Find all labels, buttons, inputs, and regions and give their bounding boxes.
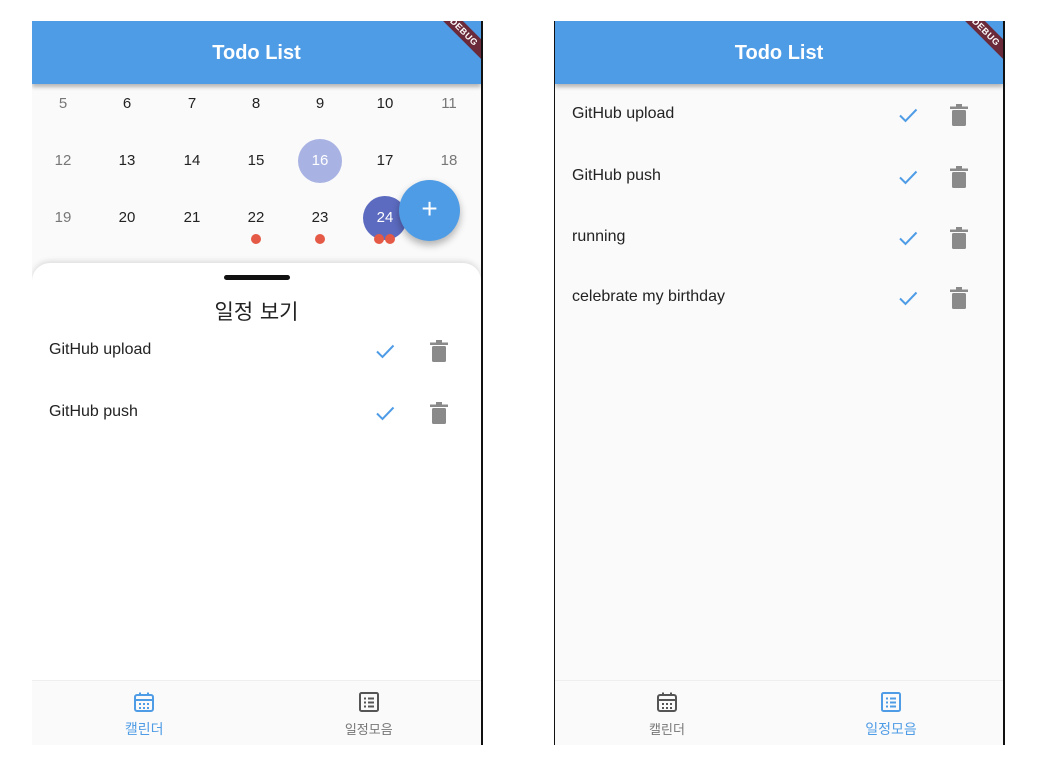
nav-label-calendar: 캘린더 bbox=[124, 722, 164, 738]
list-icon bbox=[881, 692, 901, 712]
nav-label-schedule: 일정모음 bbox=[344, 723, 393, 738]
app-bar: Todo List DEBUG bbox=[555, 21, 1003, 84]
todo-label: GitHub upload bbox=[49, 341, 152, 358]
todo-label: celebrate my birthday bbox=[572, 288, 725, 305]
calendar-day-13[interactable]: 13 bbox=[105, 139, 149, 183]
trash-icon[interactable] bbox=[949, 165, 969, 189]
nav-item-schedule[interactable]: 일정모음 bbox=[779, 681, 1003, 745]
calendar-day-5[interactable]: 5 bbox=[41, 82, 85, 126]
bottom-navigation: 캘린더 일정모음 bbox=[555, 680, 1003, 745]
trash-icon[interactable] bbox=[949, 103, 969, 127]
calendar-day-10[interactable]: 10 bbox=[363, 82, 407, 126]
calendar-icon bbox=[134, 692, 155, 712]
trash-icon[interactable] bbox=[429, 401, 449, 425]
check-icon[interactable] bbox=[896, 286, 920, 310]
calendar-day-7[interactable]: 7 bbox=[170, 82, 214, 126]
todo-item: GitHub push bbox=[32, 389, 481, 437]
calendar-day-17[interactable]: 17 bbox=[363, 139, 407, 183]
calendar-day-12[interactable]: 12 bbox=[41, 139, 85, 183]
event-marker bbox=[385, 234, 395, 244]
app-title: Todo List bbox=[734, 42, 824, 64]
todo-item: running bbox=[555, 214, 1003, 262]
bottom-sheet: 일정 보기 GitHub upload GitHub push bbox=[32, 263, 481, 683]
sheet-title: 일정 보기 bbox=[214, 300, 299, 324]
check-icon[interactable] bbox=[373, 339, 397, 363]
calendar-day-19[interactable]: 19 bbox=[41, 196, 85, 240]
todo-item: GitHub push bbox=[555, 153, 1003, 201]
schedule-screen: Todo List DEBUG GitHub upload GitHub pus… bbox=[554, 21, 1005, 745]
todo-label: running bbox=[572, 228, 626, 245]
calendar-day-8[interactable]: 8 bbox=[234, 82, 278, 126]
todo-label: GitHub push bbox=[572, 167, 661, 184]
calendar-day-9[interactable]: 9 bbox=[298, 82, 342, 126]
check-icon[interactable] bbox=[896, 103, 920, 127]
todo-item: GitHub upload bbox=[32, 327, 481, 375]
trash-icon[interactable] bbox=[429, 339, 449, 363]
calendar-day-18[interactable]: 18 bbox=[427, 139, 471, 183]
check-icon[interactable] bbox=[896, 226, 920, 250]
todo-item: GitHub upload bbox=[555, 91, 1003, 139]
calendar-grid: 5 6 7 8 9 10 11 12 13 14 15 16 17 18 19 20 21 22 23 24 bbox=[32, 84, 481, 274]
check-icon[interactable] bbox=[373, 401, 397, 425]
calendar-day-21[interactable]: 21 bbox=[170, 196, 214, 240]
bottom-navigation: 캘린더 일정모음 bbox=[32, 680, 481, 745]
trash-icon[interactable] bbox=[949, 286, 969, 310]
todo-item: celebrate my birthday bbox=[555, 274, 1003, 322]
trash-icon[interactable] bbox=[949, 226, 969, 250]
event-marker bbox=[315, 234, 325, 244]
nav-item-calendar[interactable]: 캘린더 bbox=[555, 681, 779, 745]
calendar-day-15[interactable]: 15 bbox=[234, 139, 278, 183]
calendar-screen: Todo List DEBUG 5 6 7 8 9 10 11 12 13 14 15 16 17 18… bbox=[32, 21, 483, 745]
calendar-day-16[interactable]: 16 bbox=[298, 139, 342, 183]
nav-label-schedule: 일정모음 bbox=[865, 722, 917, 738]
check-icon[interactable] bbox=[896, 165, 920, 189]
todo-label: GitHub push bbox=[49, 403, 138, 420]
add-todo-button[interactable]: + bbox=[399, 180, 460, 241]
calendar-day-6[interactable]: 6 bbox=[105, 82, 149, 126]
app-title: Todo List bbox=[212, 42, 301, 64]
list-icon bbox=[358, 692, 379, 712]
sheet-drag-handle[interactable] bbox=[224, 275, 290, 280]
calendar-week-row: 5 6 7 8 9 10 11 bbox=[32, 79, 481, 129]
nav-label-calendar: 캘린더 bbox=[649, 723, 685, 738]
nav-item-schedule[interactable]: 일정모음 bbox=[257, 681, 482, 745]
calendar-day-14[interactable]: 14 bbox=[170, 139, 214, 183]
calendar-day-20[interactable]: 20 bbox=[105, 196, 149, 240]
calendar-icon bbox=[657, 692, 677, 712]
app-bar: Todo List DEBUG bbox=[32, 21, 481, 84]
event-marker bbox=[374, 234, 384, 244]
nav-item-calendar[interactable]: 캘린더 bbox=[32, 681, 257, 745]
todo-label: GitHub upload bbox=[572, 105, 675, 122]
event-marker bbox=[251, 234, 261, 244]
calendar-day-11[interactable]: 11 bbox=[427, 82, 471, 126]
calendar-week-row: 12 13 14 15 16 17 18 bbox=[32, 136, 481, 186]
